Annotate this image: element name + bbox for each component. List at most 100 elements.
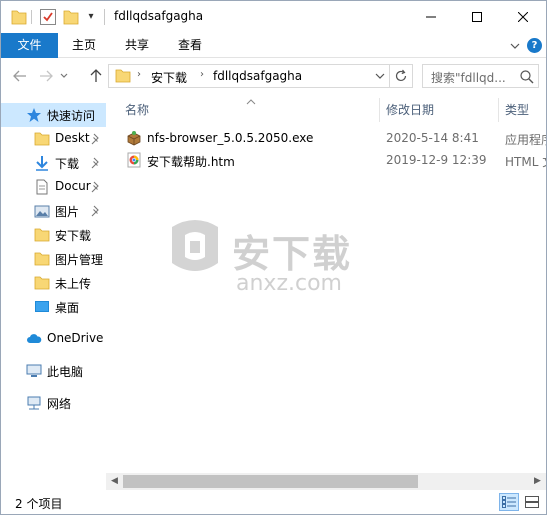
desktop-icon xyxy=(34,299,50,315)
pin-icon[interactable] xyxy=(90,205,102,217)
file-row[interactable]: nfs-browser_5.0.5.2050.exe 2020-5-14 8:4… xyxy=(121,127,546,149)
sidebar-item-label: 网络 xyxy=(47,397,72,411)
back-arrow-icon[interactable] xyxy=(11,67,29,85)
file-name: 安下载帮助.htm xyxy=(147,155,235,169)
cloud-icon xyxy=(26,331,42,347)
file-row[interactable]: 安下载帮助.htm 2019-12-9 12:39 HTML 文 xyxy=(121,149,546,171)
star-icon xyxy=(26,107,42,123)
watermark-text: 安下载 xyxy=(232,232,353,276)
sidebar-item-label: 安下载 xyxy=(55,229,92,243)
scroll-left-arrow-icon[interactable]: ◀ xyxy=(106,473,123,490)
sidebar-item-anxz[interactable]: 安下载 xyxy=(1,223,106,247)
sidebar-item-picture-management[interactable]: 图片管理 xyxy=(1,247,106,271)
search-input[interactable]: 搜索"fdllqd... xyxy=(422,64,539,88)
breadcrumb-separator[interactable]: › xyxy=(200,69,204,80)
minimize-button[interactable] xyxy=(408,1,454,33)
item-count: 2 个项目 xyxy=(15,497,63,511)
pin-icon[interactable] xyxy=(90,181,102,193)
breadcrumb-item[interactable]: fdllqdsafgagha xyxy=(213,69,302,83)
recent-locations-chevron-down-icon[interactable] xyxy=(57,67,71,85)
expand-ribbon-chevron-down-icon[interactable] xyxy=(508,39,522,53)
tab-file[interactable]: 文件 xyxy=(1,33,58,58)
computer-icon xyxy=(26,363,42,379)
scroll-right-arrow-icon[interactable]: ▶ xyxy=(529,473,546,490)
sidebar-item-desktop[interactable]: Deskt xyxy=(1,127,106,151)
sidebar-item-label: 未上传 xyxy=(55,277,92,291)
refresh-button[interactable] xyxy=(390,64,413,88)
sidebar-item-pictures[interactable]: 图片 xyxy=(1,199,106,223)
tiles-view-icon xyxy=(525,496,539,508)
title-divider xyxy=(104,9,105,25)
column-divider[interactable] xyxy=(379,98,380,122)
folder-icon xyxy=(34,251,50,267)
document-icon xyxy=(34,179,50,195)
column-header-type[interactable]: 类型 xyxy=(505,98,529,122)
details-view-icon xyxy=(502,496,516,508)
sidebar-item-downloads[interactable]: 下载 xyxy=(1,151,106,175)
sidebar-item-not-uploaded[interactable]: 未上传 xyxy=(1,271,106,295)
column-divider[interactable] xyxy=(498,98,499,122)
sidebar-item-label: OneDrive xyxy=(47,331,104,345)
sidebar-item-label: 图片 xyxy=(55,205,80,219)
breadcrumb-separator[interactable]: › xyxy=(137,69,141,80)
download-icon xyxy=(34,155,50,171)
maximize-icon xyxy=(472,12,482,22)
properties-icon[interactable] xyxy=(39,8,57,26)
maximize-button[interactable] xyxy=(454,1,500,33)
tab-view[interactable]: 查看 xyxy=(170,33,210,58)
breadcrumb-item[interactable]: 安下载 xyxy=(151,69,187,86)
sidebar-item-label: Docur xyxy=(55,179,91,193)
sidebar-item-this-pc[interactable]: 此电脑 xyxy=(1,359,106,383)
refresh-icon xyxy=(395,69,407,82)
sidebar-item-label: 桌面 xyxy=(55,301,80,315)
status-bar: 2 个项目 xyxy=(1,490,546,514)
title-bar: ▾ fdllqdsafgagha xyxy=(1,1,546,33)
window-title: fdllqdsafgagha xyxy=(114,9,204,23)
html-file-icon xyxy=(126,152,142,168)
close-icon xyxy=(518,12,528,22)
tab-share[interactable]: 共享 xyxy=(117,33,157,58)
file-name: nfs-browser_5.0.5.2050.exe xyxy=(147,131,314,145)
help-button[interactable]: ? xyxy=(527,38,542,53)
tab-home[interactable]: 主页 xyxy=(64,33,104,58)
up-arrow-icon[interactable] xyxy=(87,67,105,85)
sidebar-item-network[interactable]: 网络 xyxy=(1,391,106,415)
scrollbar-thumb[interactable] xyxy=(123,475,418,488)
sidebar-item-label: 下载 xyxy=(55,157,80,171)
sidebar-item-onedrive[interactable]: OneDrive xyxy=(1,327,106,351)
file-date: 2019-12-9 12:39 xyxy=(386,153,487,167)
sidebar-item-label: 此电脑 xyxy=(47,365,84,379)
sidebar-item-label: 图片管理 xyxy=(55,253,104,267)
file-list: 名称 修改日期 类型 nfs-browser_5.0.5.2050.exe 20… xyxy=(106,93,546,490)
toolbar-divider xyxy=(31,10,32,24)
watermark-logo-icon xyxy=(166,213,224,279)
large-icons-view-button[interactable] xyxy=(522,493,542,511)
horizontal-scrollbar[interactable]: ◀ ▶ xyxy=(106,473,546,490)
sidebar-item-desktop-cn[interactable]: 桌面 xyxy=(1,295,106,319)
details-view-button[interactable] xyxy=(499,493,519,511)
sidebar-item-label: 快速访问 xyxy=(47,109,96,123)
address-history-chevron-down-icon[interactable] xyxy=(373,69,387,83)
folder-icon[interactable] xyxy=(11,8,27,26)
column-header-name[interactable]: 名称 xyxy=(125,98,149,122)
pictures-icon xyxy=(34,203,50,219)
new-folder-icon[interactable] xyxy=(63,8,79,26)
navigation-bar: › 安下载 › fdllqdsafgagha 搜索"fdllqd... xyxy=(1,59,546,93)
forward-arrow-icon[interactable] xyxy=(37,67,55,85)
customize-toolbar-dropdown[interactable]: ▾ xyxy=(85,10,97,24)
column-header-date[interactable]: 修改日期 xyxy=(386,98,434,122)
file-type: HTML 文 xyxy=(505,155,546,169)
watermark: 安下载 anxz.com xyxy=(166,213,386,303)
file-date: 2020-5-14 8:41 xyxy=(386,131,479,145)
sidebar-item-quick-access[interactable]: 快速访问 xyxy=(1,103,106,127)
pin-icon[interactable] xyxy=(90,133,102,145)
address-bar[interactable]: › 安下载 › fdllqdsafgagha xyxy=(108,64,390,88)
sort-ascending-icon xyxy=(246,94,256,105)
close-button[interactable] xyxy=(500,1,546,33)
folder-icon xyxy=(115,68,131,87)
navigation-pane: 快速访问 Deskt 下载 Docur 图片 安下载 图片管理 未上传 桌面 O… xyxy=(1,93,106,490)
folder-icon xyxy=(34,227,50,243)
pin-icon[interactable] xyxy=(90,157,102,169)
sidebar-item-documents[interactable]: Docur xyxy=(1,175,106,199)
search-icon[interactable] xyxy=(519,69,535,85)
